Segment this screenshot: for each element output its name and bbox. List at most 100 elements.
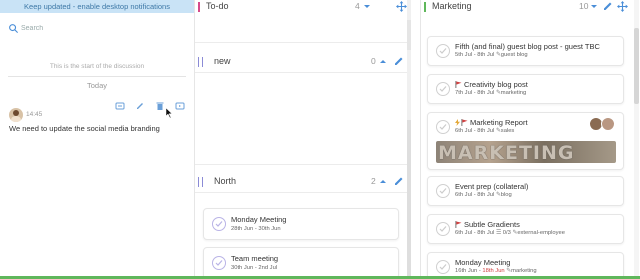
task-card[interactable]: Monday Meeting 28th Jun - 30th Jun [203, 208, 399, 240]
flag-icon [455, 221, 462, 228]
check-icon [439, 48, 447, 54]
marketing-scrollbar[interactable] [634, 0, 639, 279]
card-title-row: Marketing Report [455, 118, 528, 127]
chat-panel: Keep updated - enable desktop notificati… [0, 0, 194, 279]
group-header-north: North 2 [198, 175, 406, 189]
caret-up-icon[interactable] [380, 179, 386, 184]
card-meta: 6th Jul - 8th Jul ☰ 0/3 ✎external-employ… [455, 230, 565, 236]
task-card[interactable]: Fifth (and final) guest blog post - gues… [427, 36, 624, 66]
column-divider [420, 0, 421, 279]
complete-checkbox[interactable] [436, 184, 450, 198]
scrollbar-thumb[interactable] [407, 120, 411, 279]
pencil-icon[interactable] [394, 56, 404, 66]
message-time: 14:45 [26, 111, 43, 118]
drag-handle[interactable] [198, 177, 203, 187]
check-icon [215, 260, 223, 266]
card-dates: 6th Jul - 8th Jul [455, 230, 495, 236]
card-tag: guest blog [500, 52, 528, 58]
card-cover-image: MARKETING [436, 141, 616, 163]
card-dates-overdue: 18th Jun [482, 268, 505, 274]
caret-up-icon[interactable] [591, 4, 597, 9]
assignee-avatars[interactable] [589, 117, 617, 131]
avatar [601, 117, 615, 131]
column-color-bar [198, 2, 200, 12]
avatar [9, 108, 23, 122]
todo-scrollbar[interactable] [407, 0, 411, 279]
bolt-icon [455, 119, 460, 126]
flag-icon [461, 119, 468, 126]
card-title-row: Subtle Gradients [455, 220, 520, 229]
column-count: 10 [579, 1, 589, 11]
card-tag: sales [500, 128, 515, 134]
card-dates: 28th Jun - 30th Jun [231, 226, 281, 232]
check-icon [439, 86, 447, 92]
group-header-new: new 0 [198, 55, 406, 69]
task-card[interactable]: Event prep (collateral) 6th Jul - 8th Ju… [427, 176, 624, 206]
check-icon [215, 221, 223, 227]
card-dates: 5th Jul - 8th Jul [455, 52, 495, 58]
complete-checkbox[interactable] [436, 260, 450, 274]
card-title: Team meeting [231, 254, 279, 263]
card-dates-start: 16th Jun - [455, 268, 483, 274]
notification-banner[interactable]: Keep updated - enable desktop notificati… [0, 0, 194, 13]
group-title: new [214, 56, 231, 66]
card-meta: 7th Jul - 8th Jul ✎marketing [455, 90, 526, 96]
mouse-cursor-icon [166, 108, 173, 118]
day-divider [8, 76, 186, 77]
group-separator [195, 192, 407, 193]
pencil-icon[interactable] [603, 1, 613, 11]
task-card[interactable]: Subtle Gradients 6th Jul - 8th Jul ☰ 0/3… [427, 214, 624, 244]
task-card[interactable]: Creativity blog post 7th Jul - 8th Jul ✎… [427, 74, 624, 104]
caret-up-icon[interactable] [380, 59, 386, 64]
column-title: Marketing [432, 1, 472, 11]
pencil-icon[interactable] [394, 176, 404, 186]
flag-icon [455, 81, 462, 88]
task-card[interactable]: Marketing Report 6th Jul - 8th Jul ✎sale… [427, 112, 624, 170]
complete-checkbox[interactable] [436, 44, 450, 58]
chat-search [8, 22, 158, 34]
card-title: Monday Meeting [231, 215, 287, 224]
card-title-row: Creativity blog post [455, 80, 528, 89]
check-icon [439, 124, 447, 130]
card-checklist: 0/3 [502, 230, 511, 236]
scrollbar-track [407, 20, 411, 50]
move-icon[interactable] [617, 1, 628, 12]
card-meta: 6th Jul - 8th Jul ✎blog [455, 192, 512, 198]
card-title: Marketing Report [470, 118, 528, 127]
column-title: To-do [206, 1, 229, 11]
complete-checkbox[interactable] [436, 82, 450, 96]
card-title: Event prep (collateral) [455, 182, 529, 191]
discussion-start-text: This is the start of the discussion [49, 63, 145, 70]
card-tag: marketing [500, 90, 527, 96]
reply-icon[interactable] [114, 100, 126, 112]
scrollbar-thumb[interactable] [634, 28, 639, 104]
move-icon[interactable] [396, 1, 407, 12]
card-dates: 30th Jun - 2nd Jul [231, 265, 278, 271]
task-card[interactable]: Team meeting 30th Jun - 2nd Jul [203, 247, 399, 279]
drag-handle[interactable] [198, 57, 203, 67]
edit-icon[interactable] [134, 100, 146, 112]
delete-icon[interactable] [154, 100, 166, 112]
card-tag: external-employee [517, 230, 566, 236]
card-meta: 16th Jun - 18th Jun ✎marketing [455, 268, 537, 274]
group-separator [195, 42, 407, 43]
group-separator [195, 72, 407, 73]
message-toolbar [112, 99, 188, 113]
complete-checkbox[interactable] [212, 217, 226, 231]
group-title: North [214, 176, 237, 186]
forward-icon[interactable] [174, 100, 186, 112]
column-header-marketing: Marketing 10 [424, 0, 628, 14]
complete-checkbox[interactable] [436, 120, 450, 134]
group-count: 2 [371, 176, 376, 186]
column-count: 4 [355, 1, 360, 11]
complete-checkbox[interactable] [212, 256, 226, 270]
task-card[interactable]: Monday Meeting 16th Jun - 18th Jun ✎mark… [427, 252, 624, 279]
card-tag: blog [500, 192, 512, 198]
message-text: We need to update the social media brand… [9, 124, 160, 133]
caret-up-icon[interactable] [364, 4, 370, 9]
check-icon [439, 188, 447, 194]
card-title: Subtle Gradients [464, 220, 520, 229]
complete-checkbox[interactable] [436, 222, 450, 236]
search-input[interactable] [21, 22, 151, 34]
card-dates: 6th Jul - 8th Jul [455, 128, 495, 134]
